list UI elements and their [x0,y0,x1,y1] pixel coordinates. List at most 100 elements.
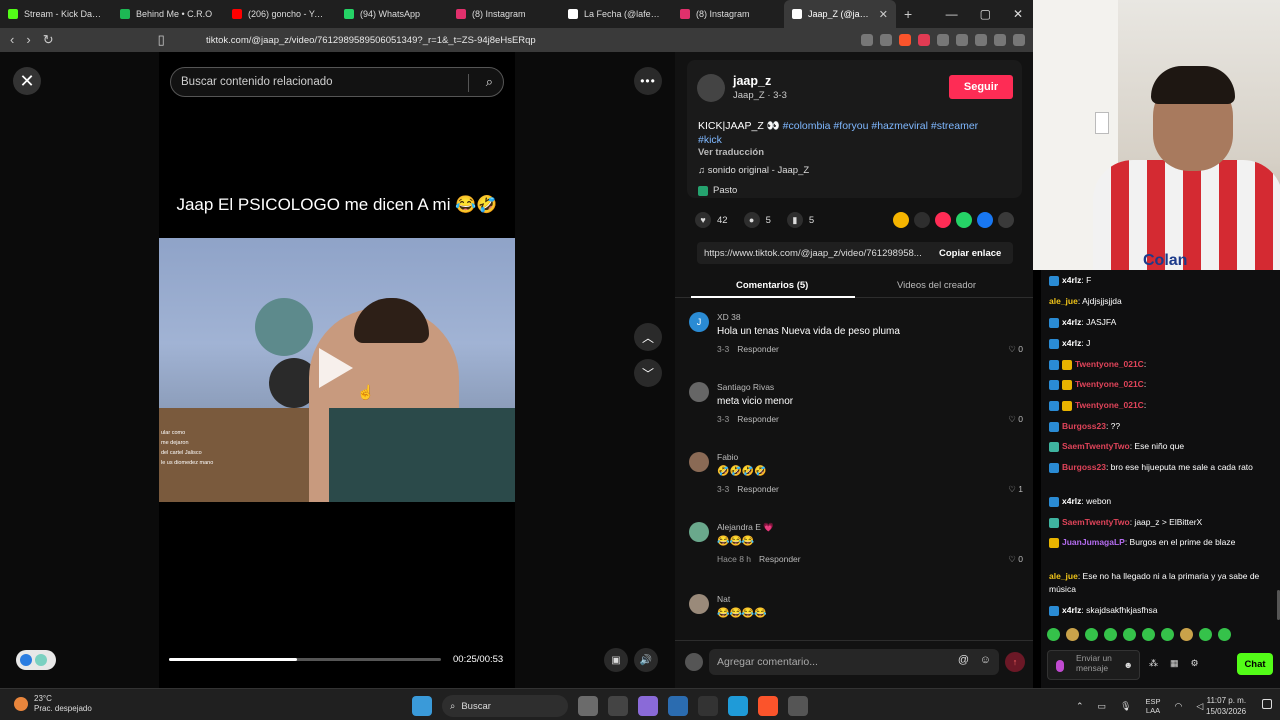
reply-button[interactable]: Responder [737,484,779,494]
wifi-icon[interactable]: ◠ [1175,701,1183,712]
chat-username[interactable]: x4rlz [1062,275,1081,285]
mention-icon[interactable]: @ [958,654,969,666]
browser-tab[interactable]: (206) goncho - YouTu [224,0,336,28]
emote-icon[interactable] [1199,628,1212,641]
related-search-input[interactable]: Buscar contenido relacionado ⌕ [170,67,504,97]
chat-username[interactable]: Burgoss23 [1062,462,1106,472]
tab-comments[interactable]: Comentarios (5) [736,280,808,291]
search-icon[interactable]: ⌕ [486,74,493,90]
pip-icon[interactable]: ▣ [604,648,628,672]
comment-like-button[interactable]: ♡ 0 [1008,414,1023,425]
chat-username[interactable]: SaemTwentyTwo [1062,517,1130,527]
gear-icon[interactable]: ⚙ [1191,658,1199,669]
chat-username[interactable]: Twentyone_021C [1075,379,1144,389]
author-avatar[interactable] [697,74,725,102]
chat-username[interactable]: ale_jue [1049,296,1078,306]
mic-icon[interactable] [1056,660,1064,672]
share-icon[interactable] [880,34,892,46]
bookmark-icon[interactable]: ▯ [158,32,165,48]
url-field[interactable]: tiktok.com/@jaap_z/video/761298958950605… [206,35,536,46]
minimize-icon[interactable]: — [946,7,958,21]
comment-avatar[interactable]: J [689,312,709,332]
emoji-icon[interactable]: ☻ [1124,660,1133,670]
emote-icon[interactable] [1161,628,1174,641]
terminal-icon[interactable] [698,696,718,716]
chat-username[interactable]: ale_jue [1049,571,1078,581]
brave-icon[interactable] [758,696,778,716]
comment-avatar[interactable] [689,594,709,614]
see-translation-link[interactable]: Ver traducción [698,147,764,158]
reply-button[interactable]: Responder [737,414,779,424]
sidebar-icon[interactable] [994,34,1006,46]
obs-icon[interactable] [788,696,808,716]
comment-like-button[interactable]: ♡ 0 [1008,554,1023,565]
chat-username[interactable]: x4rlz [1062,605,1081,615]
browser-tab[interactable]: (8) Instagram [672,0,784,28]
copilot-icon[interactable] [638,696,658,716]
brave-rewards-icon[interactable] [918,34,930,46]
extension-icon[interactable] [975,34,987,46]
mic-tray-icon[interactable]: 🎙 [1120,701,1131,712]
chat-username[interactable]: Twentyone_021C [1075,400,1144,410]
send-comment-button[interactable]: ↑ [1005,652,1025,672]
translate-icon[interactable] [861,34,873,46]
windows-start-icon[interactable] [412,696,432,716]
chat-username[interactable]: Burgoss23 [1062,421,1106,431]
repost-icon[interactable] [893,212,909,228]
reload-icon[interactable]: ↻ [43,32,54,48]
tab-close-icon[interactable]: ✕ [879,8,888,21]
comment-like-button[interactable]: ♡ 0 [1008,344,1023,355]
chat-username[interactable]: Twentyone_021C [1075,359,1144,369]
store-app-icon[interactable] [668,696,688,716]
reply-button[interactable]: Responder [759,554,801,564]
share-arrow-icon[interactable] [998,212,1014,228]
chat-username[interactable]: SaemTwentyTwo [1062,441,1130,451]
browser-tab[interactable]: La Fecha (@lafechad [560,0,672,28]
tab-creator-videos[interactable]: Videos del creador [897,280,976,291]
menu-icon[interactable] [1013,34,1025,46]
close-button[interactable]: ✕ [13,67,41,95]
comment-avatar[interactable] [689,522,709,542]
copy-link-button[interactable]: Copiar enlace [929,248,1001,259]
app-icon[interactable] [608,696,628,716]
reply-button[interactable]: Responder [737,344,779,354]
edge-icon[interactable] [728,696,748,716]
chat-username[interactable]: x4rlz [1062,338,1081,348]
comment-author[interactable]: Santiago Rivas [717,382,774,392]
video-area[interactable]: Buscar contenido relacionado ⌕ Jaap El P… [159,52,515,688]
chat-username[interactable]: JuanJumagaLP [1062,537,1125,547]
video-progress-bar[interactable] [169,658,441,661]
emote-icon[interactable] [1104,628,1117,641]
send-icon[interactable] [935,212,951,228]
forward-icon[interactable]: › [26,32,30,48]
back-icon[interactable]: ‹ [10,32,14,48]
new-tab-button[interactable]: + [896,6,920,22]
emote-icon[interactable] [1218,628,1231,641]
location-tag[interactable]: Pasto [698,185,737,196]
users-icon[interactable]: ⁂ [1149,658,1158,669]
author-name[interactable]: jaap_z [733,74,771,88]
browser-tab[interactable]: Stream - Kick Dashbo [0,0,112,28]
comment-avatar[interactable] [689,382,709,402]
comment-avatar[interactable] [689,452,709,472]
notification-icon[interactable] [1262,699,1272,709]
embed-icon[interactable] [914,212,930,228]
comment-author[interactable]: XD 38 [717,312,741,322]
browser-tab[interactable]: (8) Instagram [448,0,560,28]
chevron-up-icon[interactable]: ⌃ [1076,701,1084,712]
play-icon[interactable] [319,348,353,388]
volume-icon[interactable]: 🔊 [634,648,658,672]
language-indicator[interactable]: ESP LAA [1146,697,1161,715]
taskbar-search[interactable]: ⌕ Buscar [442,695,568,717]
emoji-icon[interactable]: ☺ [980,654,991,666]
clock[interactable]: 11:07 p. m. 15/03/2026 [1206,695,1246,717]
previous-video-button[interactable]: ︿ [634,323,662,351]
next-video-button[interactable]: ﹀ [634,359,662,387]
comment-author[interactable]: Nat [717,594,730,604]
emote-icon[interactable] [1180,628,1193,641]
browser-tab[interactable]: Behind Me • C.R.O [112,0,224,28]
maximize-icon[interactable]: ▢ [980,7,991,21]
comment-author[interactable]: Fabio [717,452,738,462]
save-button[interactable]: ▮ 5 [786,212,814,228]
files-app-icon[interactable] [578,696,598,716]
